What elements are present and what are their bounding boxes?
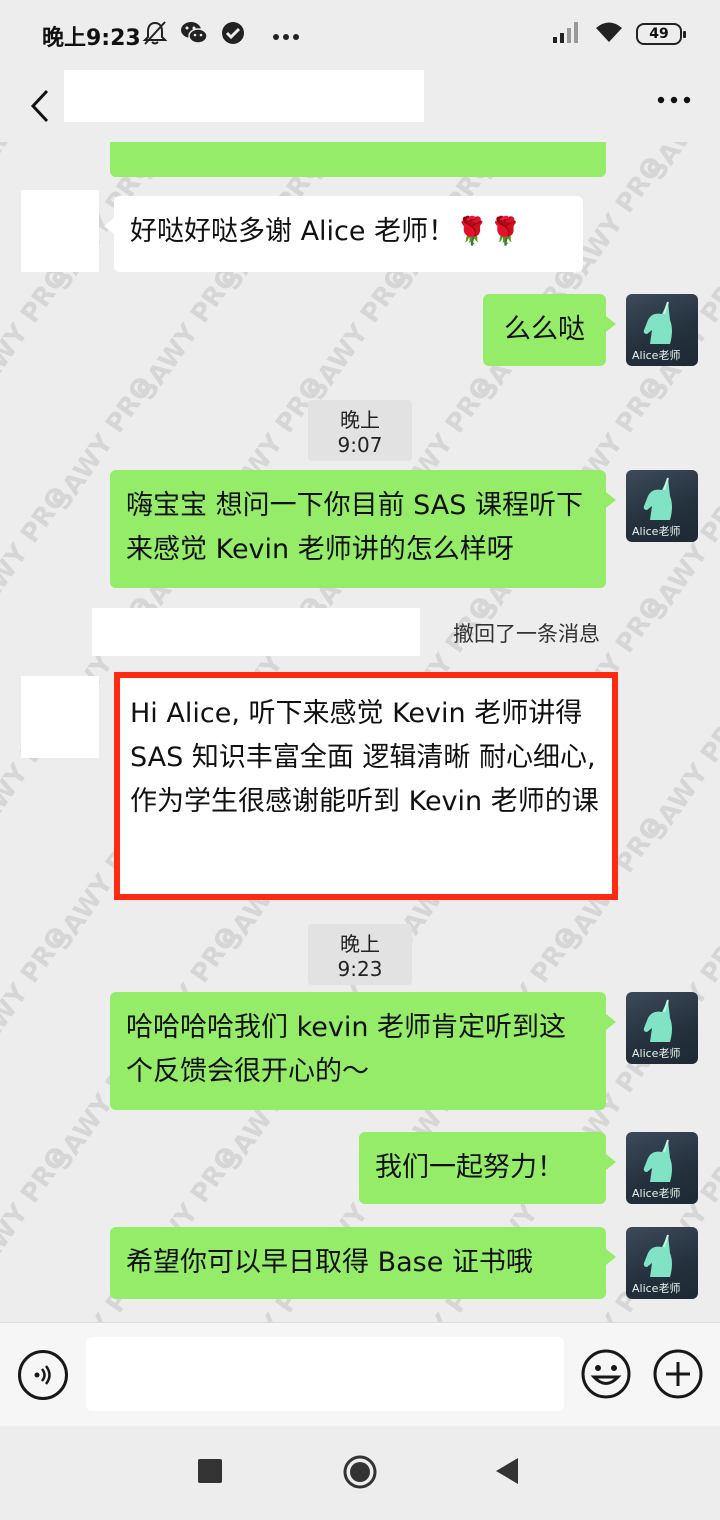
avatar[interactable]: Alice老师 xyxy=(626,470,698,542)
avatar[interactable]: Alice老师 xyxy=(626,1227,698,1299)
avatar[interactable] xyxy=(21,190,99,272)
message-input[interactable] xyxy=(86,1337,564,1411)
wechat-icon xyxy=(180,20,208,50)
message-bubble-outgoing[interactable]: 嗨宝宝 想问一下你目前 SAS 课程听下来感觉 Kevin 老师讲的怎么样呀 xyxy=(110,470,616,588)
voice-button[interactable] xyxy=(18,1350,68,1400)
avatar-tag: Alice老师 xyxy=(632,349,681,362)
message-text: 哈哈哈哈我们 kevin 老师肯定听到这个反馈会很开心的～ xyxy=(126,1012,567,1087)
avatar-tag: Alice老师 xyxy=(632,1187,681,1200)
more-button[interactable] xyxy=(650,82,698,118)
watermark-text: SAWY PRO xyxy=(0,142,75,186)
message-bubble-outgoing[interactable]: 么么哒 xyxy=(483,294,616,366)
recall-notice: 撤回了一条消息 xyxy=(92,608,600,656)
watermark-text: SAWY PRO xyxy=(0,921,75,1066)
more-horizontal-icon xyxy=(657,96,691,104)
home-button[interactable] xyxy=(342,1454,378,1490)
watermark-text: SAWY PRO xyxy=(641,142,720,186)
timestamp: 晚上9:07 xyxy=(308,400,412,461)
plus-button[interactable] xyxy=(652,1348,704,1400)
message-bubble-outgoing[interactable]: 哈哈哈哈我们 kevin 老师肯定听到这个反馈会很开心的～ xyxy=(110,992,616,1110)
system-back-button[interactable] xyxy=(494,1456,520,1486)
voice-icon xyxy=(34,1365,51,1385)
chevron-left-icon xyxy=(30,89,49,123)
check-circle-icon xyxy=(220,20,246,50)
message-text: 希望你可以早日取得 Base 证书哦 xyxy=(126,1247,533,1278)
watermark-text: SAWY PRO xyxy=(641,701,720,846)
status-icons-right: 49 xyxy=(552,20,686,48)
watermark-text: SAWY PRO xyxy=(0,1141,75,1286)
unicorn-icon xyxy=(643,999,672,1042)
avatar-tag: Alice老师 xyxy=(632,1047,681,1060)
chat-title xyxy=(64,70,424,122)
plus-circle-icon xyxy=(653,1349,703,1399)
message-bubble-incoming-highlighted[interactable]: Hi Alice, 听下来感觉 Kevin 老师讲得 SAS 知识丰富全面 逻辑… xyxy=(114,672,618,900)
message-bubble-outgoing[interactable]: 希望你可以早日取得 Base 证书哦 xyxy=(110,1227,616,1299)
status-time: 晚上9:23 xyxy=(42,26,141,51)
back-button[interactable] xyxy=(20,82,60,130)
signal-icon xyxy=(552,20,582,48)
status-bar: 晚上9:23 49 xyxy=(0,0,720,70)
avatar[interactable]: Alice老师 xyxy=(626,1132,698,1204)
unicorn-icon xyxy=(643,1139,672,1182)
chat-header xyxy=(0,70,720,142)
system-navigation-bar xyxy=(0,1426,720,1520)
emoji-smile-icon xyxy=(581,1349,631,1399)
avatar[interactable]: Alice老师 xyxy=(626,294,698,366)
watermark-text: SAWY PRO xyxy=(131,261,245,406)
watermark-text: SAWY PRO xyxy=(0,481,75,626)
message-bubble-incoming[interactable]: 好哒好哒多谢 Alice 老师！🌹🌹 xyxy=(104,196,583,272)
unicorn-icon xyxy=(643,301,672,344)
watermark-text: SAWY PRO xyxy=(0,261,75,406)
message-bubble-outgoing[interactable]: 需要文哒 xyxy=(110,142,606,177)
mute-bell-icon xyxy=(142,20,168,50)
unicorn-icon xyxy=(643,477,672,520)
message-text: 我们一起努力！ xyxy=(375,1152,564,1183)
chat-area[interactable]: SAWY PRO SAWY PRO SAWY PRO SAWY PRO SAWY PRO… xyxy=(0,142,720,1322)
avatar[interactable]: Alice老师 xyxy=(626,992,698,1064)
unicorn-icon xyxy=(643,1234,672,1277)
avatar-tag: Alice老师 xyxy=(632,525,681,538)
battery-icon: 49 xyxy=(636,23,686,45)
more-dots-icon xyxy=(272,26,300,45)
timestamp: 晚上9:23 xyxy=(308,924,412,985)
message-text: 好哒好哒多谢 Alice 老师！🌹🌹 xyxy=(130,216,523,247)
watermark-text: SAWY PRO xyxy=(301,261,415,406)
recall-name-redacted xyxy=(92,608,420,656)
message-text: Hi Alice, 听下来感觉 Kevin 老师讲得 SAS 知识丰富全面 逻辑… xyxy=(130,698,599,817)
recents-button[interactable] xyxy=(198,1459,222,1483)
recall-text: 撤回了一条消息 xyxy=(453,622,600,646)
wifi-icon xyxy=(594,20,624,48)
avatar[interactable] xyxy=(21,676,99,758)
status-icons-left xyxy=(142,20,300,50)
message-text: 么么哒 xyxy=(504,314,585,345)
input-bar xyxy=(0,1322,720,1426)
message-bubble-outgoing[interactable]: 我们一起努力！ xyxy=(359,1132,616,1204)
emoji-button[interactable] xyxy=(580,1348,632,1400)
avatar-tag: Alice老师 xyxy=(632,1282,681,1295)
message-text: 嗨宝宝 想问一下你目前 SAS 课程听下来感觉 Kevin 老师讲的怎么样呀 xyxy=(126,490,583,565)
